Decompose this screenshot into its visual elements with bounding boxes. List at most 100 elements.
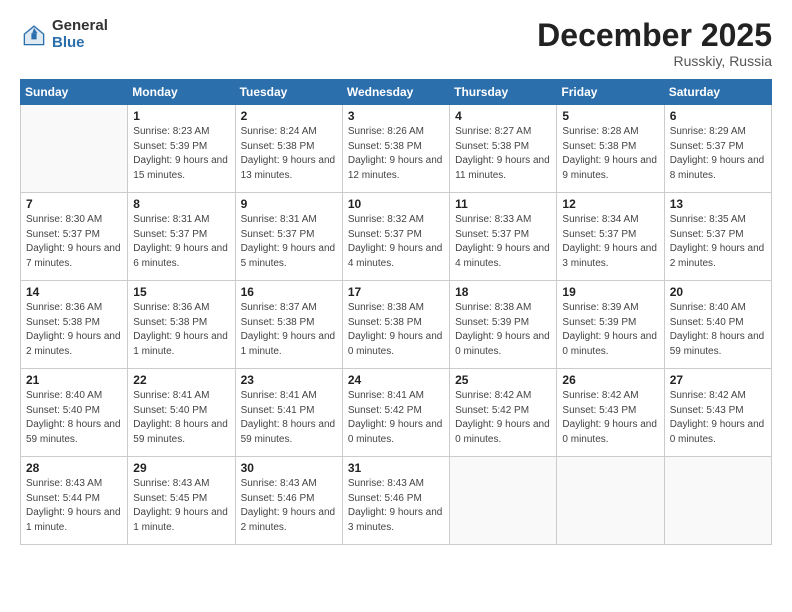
week-row-4: 28 Sunrise: 8:43 AMSunset: 5:44 PMDayligh… bbox=[21, 457, 772, 545]
weekday-thursday: Thursday bbox=[450, 80, 557, 105]
day-number: 6 bbox=[670, 109, 766, 123]
calendar-cell: 28 Sunrise: 8:43 AMSunset: 5:44 PMDayligh… bbox=[21, 457, 128, 545]
calendar-cell: 25 Sunrise: 8:42 AMSunset: 5:42 PMDayligh… bbox=[450, 369, 557, 457]
day-info: Sunrise: 8:27 AMSunset: 5:38 PMDaylight:… bbox=[455, 125, 551, 183]
day-number: 1 bbox=[133, 109, 229, 123]
day-number: 30 bbox=[241, 461, 337, 475]
week-row-1: 7Sunrise: 8:30 AMSunset: 5:37 PMDaylight… bbox=[21, 193, 772, 281]
day-number: 28 bbox=[26, 461, 122, 475]
calendar-cell: 2Sunrise: 8:24 AMSunset: 5:38 PMDaylight… bbox=[235, 105, 342, 193]
logo-icon bbox=[20, 21, 48, 49]
day-info: Sunrise: 8:28 AMSunset: 5:38 PMDaylight:… bbox=[562, 125, 658, 183]
title-block: December 2025 Russkiy, Russia bbox=[537, 18, 772, 69]
day-info: Sunrise: 8:23 AMSunset: 5:39 PMDaylight:… bbox=[133, 125, 229, 183]
calendar-cell: 11 Sunrise: 8:33 AMSunset: 5:37 PMDayligh… bbox=[450, 193, 557, 281]
day-number: 7 bbox=[26, 197, 122, 211]
logo: General Blue bbox=[20, 18, 108, 51]
calendar-cell: 18 Sunrise: 8:38 AMSunset: 5:39 PMDayligh… bbox=[450, 281, 557, 369]
day-number: 11 bbox=[455, 197, 551, 211]
calendar-cell: 29Sunrise: 8:43 AMSunset: 5:45 PMDayligh… bbox=[128, 457, 235, 545]
day-number: 8 bbox=[133, 197, 229, 211]
day-info: Sunrise: 8:26 AMSunset: 5:38 PMDaylight:… bbox=[348, 125, 444, 183]
day-info: Sunrise: 8:42 AMSunset: 5:43 PMDaylight:… bbox=[562, 389, 658, 447]
calendar-cell: 26Sunrise: 8:42 AMSunset: 5:43 PMDayligh… bbox=[557, 369, 664, 457]
day-info: Sunrise: 8:31 AMSunset: 5:37 PMDaylight:… bbox=[133, 213, 229, 271]
day-info: Sunrise: 8:41 AMSunset: 5:40 PMDaylight:… bbox=[133, 389, 229, 447]
day-info: Sunrise: 8:32 AMSunset: 5:37 PMDaylight:… bbox=[348, 213, 444, 271]
day-info: Sunrise: 8:31 AMSunset: 5:37 PMDaylight:… bbox=[241, 213, 337, 271]
calendar-cell: 30 Sunrise: 8:43 AMSunset: 5:46 PMDayligh… bbox=[235, 457, 342, 545]
header: General Blue December 2025 Russkiy, Russ… bbox=[20, 18, 772, 69]
logo-blue: Blue bbox=[52, 35, 108, 52]
day-number: 17 bbox=[348, 285, 444, 299]
day-number: 21 bbox=[26, 373, 122, 387]
day-number: 16 bbox=[241, 285, 337, 299]
day-number: 12 bbox=[562, 197, 658, 211]
calendar-cell: 12 Sunrise: 8:34 AMSunset: 5:37 PMDayligh… bbox=[557, 193, 664, 281]
calendar-cell: 24 Sunrise: 8:41 AMSunset: 5:42 PMDayligh… bbox=[342, 369, 449, 457]
day-number: 19 bbox=[562, 285, 658, 299]
calendar-cell: 19 Sunrise: 8:39 AMSunset: 5:39 PMDayligh… bbox=[557, 281, 664, 369]
calendar-cell: 17 Sunrise: 8:38 AMSunset: 5:38 PMDayligh… bbox=[342, 281, 449, 369]
day-info: Sunrise: 8:43 AMSunset: 5:46 PMDaylight:… bbox=[348, 477, 444, 535]
day-number: 9 bbox=[241, 197, 337, 211]
logo-text: General Blue bbox=[52, 18, 108, 51]
calendar-cell: 7Sunrise: 8:30 AMSunset: 5:37 PMDaylight… bbox=[21, 193, 128, 281]
week-row-2: 14 Sunrise: 8:36 AMSunset: 5:38 PMDayligh… bbox=[21, 281, 772, 369]
calendar-cell: 14 Sunrise: 8:36 AMSunset: 5:38 PMDayligh… bbox=[21, 281, 128, 369]
page: General Blue December 2025 Russkiy, Russ… bbox=[0, 0, 792, 612]
calendar-cell: 16 Sunrise: 8:37 AMSunset: 5:38 PMDayligh… bbox=[235, 281, 342, 369]
day-info: Sunrise: 8:43 AMSunset: 5:46 PMDaylight:… bbox=[241, 477, 337, 535]
calendar-cell: 5Sunrise: 8:28 AMSunset: 5:38 PMDaylight… bbox=[557, 105, 664, 193]
calendar-cell: 27 Sunrise: 8:42 AMSunset: 5:43 PMDayligh… bbox=[664, 369, 771, 457]
day-info: Sunrise: 8:37 AMSunset: 5:38 PMDaylight:… bbox=[241, 301, 337, 359]
day-info: Sunrise: 8:38 AMSunset: 5:39 PMDaylight:… bbox=[455, 301, 551, 359]
day-number: 27 bbox=[670, 373, 766, 387]
calendar-cell: 13Sunrise: 8:35 AMSunset: 5:37 PMDayligh… bbox=[664, 193, 771, 281]
title-month: December 2025 bbox=[537, 18, 772, 53]
weekday-header-row: SundayMondayTuesdayWednesdayThursdayFrid… bbox=[21, 80, 772, 105]
weekday-monday: Monday bbox=[128, 80, 235, 105]
week-row-3: 21Sunrise: 8:40 AMSunset: 5:40 PMDayligh… bbox=[21, 369, 772, 457]
weekday-sunday: Sunday bbox=[21, 80, 128, 105]
day-number: 14 bbox=[26, 285, 122, 299]
title-location: Russkiy, Russia bbox=[537, 53, 772, 69]
day-info: Sunrise: 8:34 AMSunset: 5:37 PMDaylight:… bbox=[562, 213, 658, 271]
day-info: Sunrise: 8:40 AMSunset: 5:40 PMDaylight:… bbox=[670, 301, 766, 359]
day-info: Sunrise: 8:42 AMSunset: 5:42 PMDaylight:… bbox=[455, 389, 551, 447]
day-info: Sunrise: 8:33 AMSunset: 5:37 PMDaylight:… bbox=[455, 213, 551, 271]
calendar-cell: 21Sunrise: 8:40 AMSunset: 5:40 PMDayligh… bbox=[21, 369, 128, 457]
day-number: 10 bbox=[348, 197, 444, 211]
day-info: Sunrise: 8:42 AMSunset: 5:43 PMDaylight:… bbox=[670, 389, 766, 447]
day-info: Sunrise: 8:29 AMSunset: 5:37 PMDaylight:… bbox=[670, 125, 766, 183]
calendar-cell: 23 Sunrise: 8:41 AMSunset: 5:41 PMDayligh… bbox=[235, 369, 342, 457]
weekday-tuesday: Tuesday bbox=[235, 80, 342, 105]
day-number: 4 bbox=[455, 109, 551, 123]
day-info: Sunrise: 8:41 AMSunset: 5:41 PMDaylight:… bbox=[241, 389, 337, 447]
day-info: Sunrise: 8:39 AMSunset: 5:39 PMDaylight:… bbox=[562, 301, 658, 359]
calendar-cell: 20Sunrise: 8:40 AMSunset: 5:40 PMDayligh… bbox=[664, 281, 771, 369]
day-number: 24 bbox=[348, 373, 444, 387]
calendar-cell bbox=[21, 105, 128, 193]
day-number: 25 bbox=[455, 373, 551, 387]
day-number: 23 bbox=[241, 373, 337, 387]
calendar-cell: 6 Sunrise: 8:29 AMSunset: 5:37 PMDaylight… bbox=[664, 105, 771, 193]
calendar-cell: 22 Sunrise: 8:41 AMSunset: 5:40 PMDayligh… bbox=[128, 369, 235, 457]
calendar-cell: 3Sunrise: 8:26 AMSunset: 5:38 PMDaylight… bbox=[342, 105, 449, 193]
day-info: Sunrise: 8:41 AMSunset: 5:42 PMDaylight:… bbox=[348, 389, 444, 447]
weekday-friday: Friday bbox=[557, 80, 664, 105]
day-number: 18 bbox=[455, 285, 551, 299]
day-number: 2 bbox=[241, 109, 337, 123]
day-info: Sunrise: 8:35 AMSunset: 5:37 PMDaylight:… bbox=[670, 213, 766, 271]
day-number: 29 bbox=[133, 461, 229, 475]
calendar-cell: 31 Sunrise: 8:43 AMSunset: 5:46 PMDayligh… bbox=[342, 457, 449, 545]
day-number: 31 bbox=[348, 461, 444, 475]
calendar-table: SundayMondayTuesdayWednesdayThursdayFrid… bbox=[20, 79, 772, 545]
week-row-0: 1 Sunrise: 8:23 AMSunset: 5:39 PMDaylight… bbox=[21, 105, 772, 193]
calendar-cell bbox=[664, 457, 771, 545]
weekday-saturday: Saturday bbox=[664, 80, 771, 105]
day-info: Sunrise: 8:43 AMSunset: 5:44 PMDaylight:… bbox=[26, 477, 122, 535]
day-info: Sunrise: 8:36 AMSunset: 5:38 PMDaylight:… bbox=[26, 301, 122, 359]
day-info: Sunrise: 8:38 AMSunset: 5:38 PMDaylight:… bbox=[348, 301, 444, 359]
day-number: 22 bbox=[133, 373, 229, 387]
